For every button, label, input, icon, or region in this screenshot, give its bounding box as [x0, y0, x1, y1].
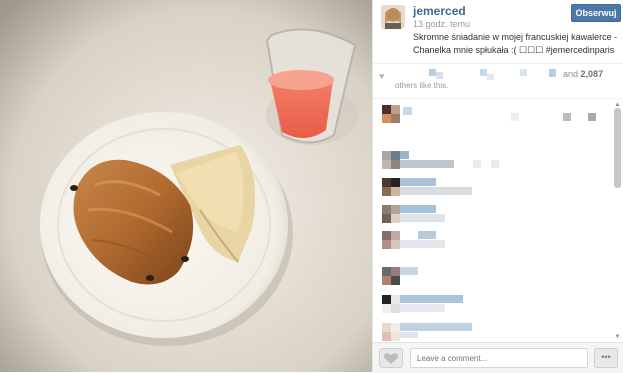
scroll-down-icon[interactable]: ▼: [614, 334, 621, 340]
scroll-thumb[interactable]: [614, 108, 621, 188]
comment-input[interactable]: [410, 348, 588, 368]
post-caption: Skromne śniadanie w mojej francuskiej ka…: [413, 32, 618, 55]
comment-pixel: [588, 113, 596, 121]
liker-pixel: [429, 69, 436, 76]
liker-pixel: [487, 74, 494, 80]
more-dots-icon: •••: [601, 352, 611, 362]
comment-pixel: [400, 187, 472, 195]
liker-pixel: [520, 69, 527, 76]
liker-pixel: [549, 69, 556, 77]
commenter-avatar[interactable]: [382, 105, 400, 123]
comment-pixel: [418, 231, 436, 239]
comment-pixel: [511, 113, 519, 121]
commenter-avatar[interactable]: [382, 151, 400, 169]
comment-pixel: [400, 304, 445, 312]
follow-button[interactable]: Obserwuj: [571, 4, 621, 22]
likes-count-prefix: and: [563, 69, 579, 79]
heart-icon: [384, 353, 398, 364]
comment-pixel: [400, 214, 445, 222]
comments-list: [373, 98, 623, 341]
liker-pixel: [436, 72, 443, 79]
commenter-avatar[interactable]: [382, 295, 400, 313]
comment-pixel: [400, 178, 436, 186]
like-button[interactable]: [379, 348, 403, 368]
post-header: jemerced 13 godz. temu Obserwuj Skromne …: [373, 0, 623, 62]
comment-pixel: [400, 267, 418, 275]
comment-pixel: [400, 295, 463, 303]
post-photo[interactable]: [0, 0, 372, 372]
heart-icon: ♥: [379, 71, 385, 81]
others-like-text: others like this.: [395, 81, 449, 90]
comment-pixel: [400, 332, 418, 338]
username[interactable]: jemerced: [413, 4, 466, 18]
liker-pixel: [480, 69, 487, 76]
comment-pixel: [473, 160, 481, 168]
instagram-post-viewer: jemerced 13 godz. temu Obserwuj Skromne …: [0, 0, 623, 373]
avatar[interactable]: [381, 5, 405, 29]
likes-bar: ♥ and 2,087 others like this.: [373, 63, 623, 94]
post-sidebar: jemerced 13 godz. temu Obserwuj Skromne …: [372, 0, 623, 373]
likes-count[interactable]: and 2,087: [563, 69, 603, 79]
likes-count-number: 2,087: [580, 69, 604, 79]
comment-pixel: [400, 151, 409, 159]
comments-scrollbar[interactable]: ▲ ▼: [614, 102, 621, 340]
commenter-avatar[interactable]: [382, 267, 400, 285]
comment-pixel: [563, 113, 571, 121]
commenter-avatar[interactable]: [382, 178, 400, 196]
comment-pixel: [400, 160, 454, 168]
comment-pixel: [400, 240, 445, 248]
comment-pixel: [403, 107, 412, 115]
comment-pixel: [491, 160, 499, 168]
comment-bar: •••: [373, 342, 623, 373]
commenter-avatar[interactable]: [382, 231, 400, 249]
more-options-button[interactable]: •••: [594, 348, 618, 368]
comment-pixel: [400, 205, 436, 213]
comment-pixel: [400, 323, 472, 331]
commenter-avatar[interactable]: [382, 205, 400, 223]
timestamp: 13 godz. temu: [413, 19, 471, 29]
commenter-avatar[interactable]: [382, 323, 400, 341]
